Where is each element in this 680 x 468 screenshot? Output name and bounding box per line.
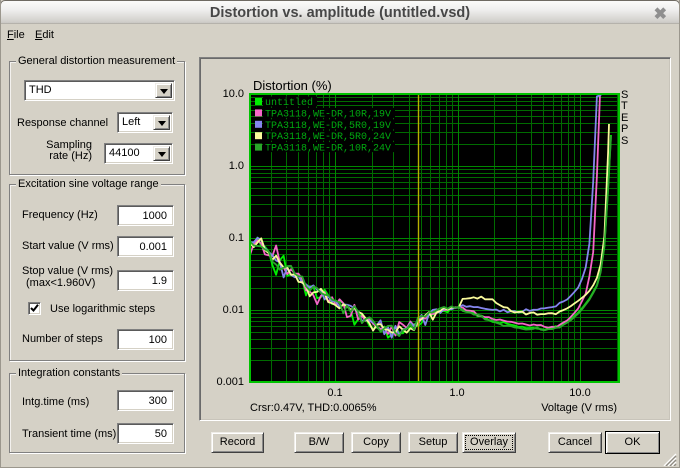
svg-text:untitled: untitled xyxy=(265,97,313,109)
svg-text:TPA3118,WE-DR,5R0,19V: TPA3118,WE-DR,5R0,19V xyxy=(265,121,391,132)
svg-text:TPA3118,WE-DR,10R,19V: TPA3118,WE-DR,10R,19V xyxy=(265,109,391,120)
svg-text:TPA3118,WE-DR,10R,24V: TPA3118,WE-DR,10R,24V xyxy=(265,144,391,155)
svg-text:TPA3118,WE-DR,5R0,24V: TPA3118,WE-DR,5R0,24V xyxy=(265,132,391,143)
